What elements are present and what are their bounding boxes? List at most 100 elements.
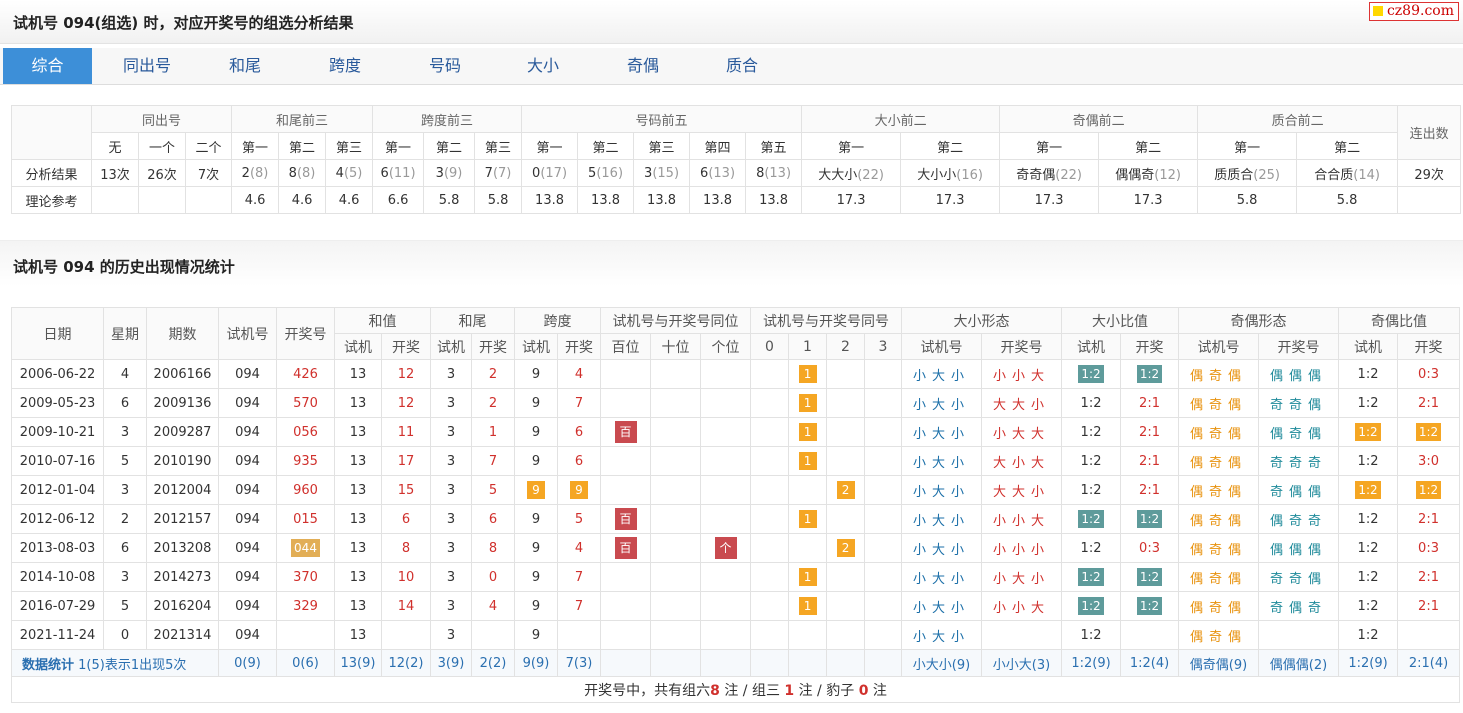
sub-n3: 3 xyxy=(864,333,903,360)
tab-span[interactable]: 跨度 xyxy=(300,48,390,84)
samenum-cell: 1 xyxy=(788,591,828,621)
bs-ratio-draw-cell: 1:2 xyxy=(1120,591,1180,621)
result-cell: 7(7) xyxy=(474,159,523,187)
week-cell: 2 xyxy=(103,504,147,534)
samepos-bai-cell xyxy=(600,562,651,592)
stats-label: 数据统计 xyxy=(22,657,75,673)
test-cell: 094 xyxy=(218,475,277,505)
tab-same-out[interactable]: 同出号 xyxy=(102,48,192,84)
stat-bs2: 小小大(3) xyxy=(981,649,1063,677)
sub-test: 试机 xyxy=(514,333,558,360)
samenum-cell xyxy=(788,533,828,563)
week-cell: 3 xyxy=(103,562,147,592)
sub-shi: 十位 xyxy=(650,333,701,360)
sum-test-cell: 13 xyxy=(334,591,382,621)
week-cell: 5 xyxy=(103,591,147,621)
draw-cell: 960 xyxy=(276,475,335,505)
result-value: 29次 xyxy=(1414,167,1444,183)
result-cell: 大大小(22) xyxy=(801,159,902,187)
samenum-cell xyxy=(750,591,790,621)
stat-s1: 13(9) xyxy=(334,649,382,677)
span-test-cell: 9 xyxy=(514,620,558,650)
tab-number[interactable]: 号码 xyxy=(400,48,490,84)
result-count: (8) xyxy=(249,165,269,181)
group-header: 奇偶前二 xyxy=(999,105,1199,133)
theory-cell: 13.8 xyxy=(689,186,747,214)
sum-test-cell: 13 xyxy=(334,359,382,389)
table-row: 2006-06-22 4 2006166 094 426 13 12 3 2 9 4 1 小大小 小小大 1… xyxy=(11,359,1461,389)
sub-n2: 2 xyxy=(826,333,866,360)
tail-draw-cell xyxy=(471,620,515,650)
samepos-bai-cell xyxy=(600,475,651,505)
span-draw-cell: 7 xyxy=(557,562,601,592)
samenum-cell xyxy=(864,417,903,447)
footer-text: 注 / 组三 xyxy=(719,682,785,699)
oe-ratio-test-cell: 1:2 xyxy=(1338,359,1399,389)
oe-ratio-draw-cell: 1:2 xyxy=(1397,417,1461,447)
bai-badge: 百 xyxy=(614,537,637,559)
tab-big-small[interactable]: 大小 xyxy=(498,48,588,84)
sum-draw-cell: 10 xyxy=(381,562,431,592)
tab-sum-tail[interactable]: 和尾 xyxy=(200,48,290,84)
span-test-cell: 9 xyxy=(514,533,558,563)
sub-draw: 开奖 xyxy=(1397,333,1461,360)
bs-ratio-test-cell: 1:2 xyxy=(1061,620,1122,650)
span-test-cell: 9 xyxy=(514,504,558,534)
bs-draw-cell: 大小大 xyxy=(981,446,1063,476)
sub-test: 试机 xyxy=(1338,333,1399,360)
bs-test-cell: 小大小 xyxy=(901,562,983,592)
samepos-ge-cell xyxy=(699,562,752,592)
result-cell: 6(11) xyxy=(372,159,425,187)
samepos-shi-cell xyxy=(650,533,701,563)
samenum-cell xyxy=(750,533,790,563)
tab-prime-composite[interactable]: 质合 xyxy=(697,48,787,84)
samepos-ge-cell xyxy=(699,417,752,447)
samenum-cell: 1 xyxy=(788,562,828,592)
tab-odd-even[interactable]: 奇偶 xyxy=(598,48,688,84)
result-cell: 13次 xyxy=(91,159,139,187)
bai-badge: 百 xyxy=(614,508,637,530)
test-cell: 094 xyxy=(218,388,277,418)
samepos-ge-cell xyxy=(699,620,752,650)
tail-test-cell: 3 xyxy=(430,388,472,418)
samenum-cell: 2 xyxy=(826,475,866,505)
samenum-cell xyxy=(750,417,790,447)
bs-test-cell: 小大小 xyxy=(901,475,983,505)
oe-test-cell: 偶奇偶 xyxy=(1178,562,1260,592)
bs-ratio-test-cell: 1:2 xyxy=(1061,475,1122,505)
samenum-cell xyxy=(750,359,790,389)
issue-cell: 2021314 xyxy=(146,620,219,650)
sub-header: 第二 xyxy=(1098,132,1199,160)
analysis-theory-row: 理论参考 4.6 4.6 4.6 6.6 5.8 5.8 13.8 13.8 13.8 13.8 13… xyxy=(11,186,1462,214)
oe-ratio-draw-cell: 2:1 xyxy=(1397,504,1461,534)
result-cell: 质质合(25) xyxy=(1197,159,1298,187)
ratio-badge: 1:2 xyxy=(1078,365,1104,383)
result-count: (25) xyxy=(1253,167,1280,183)
samenum-cell xyxy=(864,562,903,592)
samepos-bai-cell xyxy=(600,388,651,418)
samenum-cell xyxy=(864,446,903,476)
oe-draw-cell: 奇奇偶 xyxy=(1258,562,1340,592)
theory-cell: 5.8 xyxy=(1296,186,1399,214)
result-count: (16) xyxy=(956,167,983,183)
samepos-ge-cell xyxy=(699,388,752,418)
stat-draw: 0(6) xyxy=(276,649,335,677)
sum-test-cell: 13 xyxy=(334,533,382,563)
span-test-cell: 9 xyxy=(514,562,558,592)
table-row: 2012-06-12 2 2012157 094 015 13 6 3 6 9 5 百 1 小大小 小小大 1… xyxy=(11,504,1461,534)
samepos-ge-cell xyxy=(699,475,752,505)
result-value: 质质合 xyxy=(1214,167,1254,183)
col-bs-form: 大小形态 xyxy=(901,307,1063,334)
analysis-result-row: 分析结果 13次 26次 7次 2(8) 8(8) 4(5) 6(11) 3(9) 7(7) 0(1… xyxy=(11,159,1462,187)
tab-overview[interactable]: 综合 xyxy=(3,48,92,84)
oe-ratio-test-cell: 1:2 xyxy=(1338,562,1399,592)
theory-cell: 17.3 xyxy=(801,186,902,214)
sum-draw-cell xyxy=(381,620,431,650)
site-logo[interactable]: cz89.com xyxy=(1368,2,1459,21)
result-count: (22) xyxy=(1055,167,1082,183)
bs-draw-cell: 小大大 xyxy=(981,417,1063,447)
page-title: 试机号 094(组选) 时，对应开奖号的组选分析结果 xyxy=(13,14,354,32)
result-count: (11) xyxy=(388,165,416,181)
oe-draw-cell: 奇奇偶 xyxy=(1258,388,1340,418)
samepos-bai-cell: 百 xyxy=(600,533,651,563)
